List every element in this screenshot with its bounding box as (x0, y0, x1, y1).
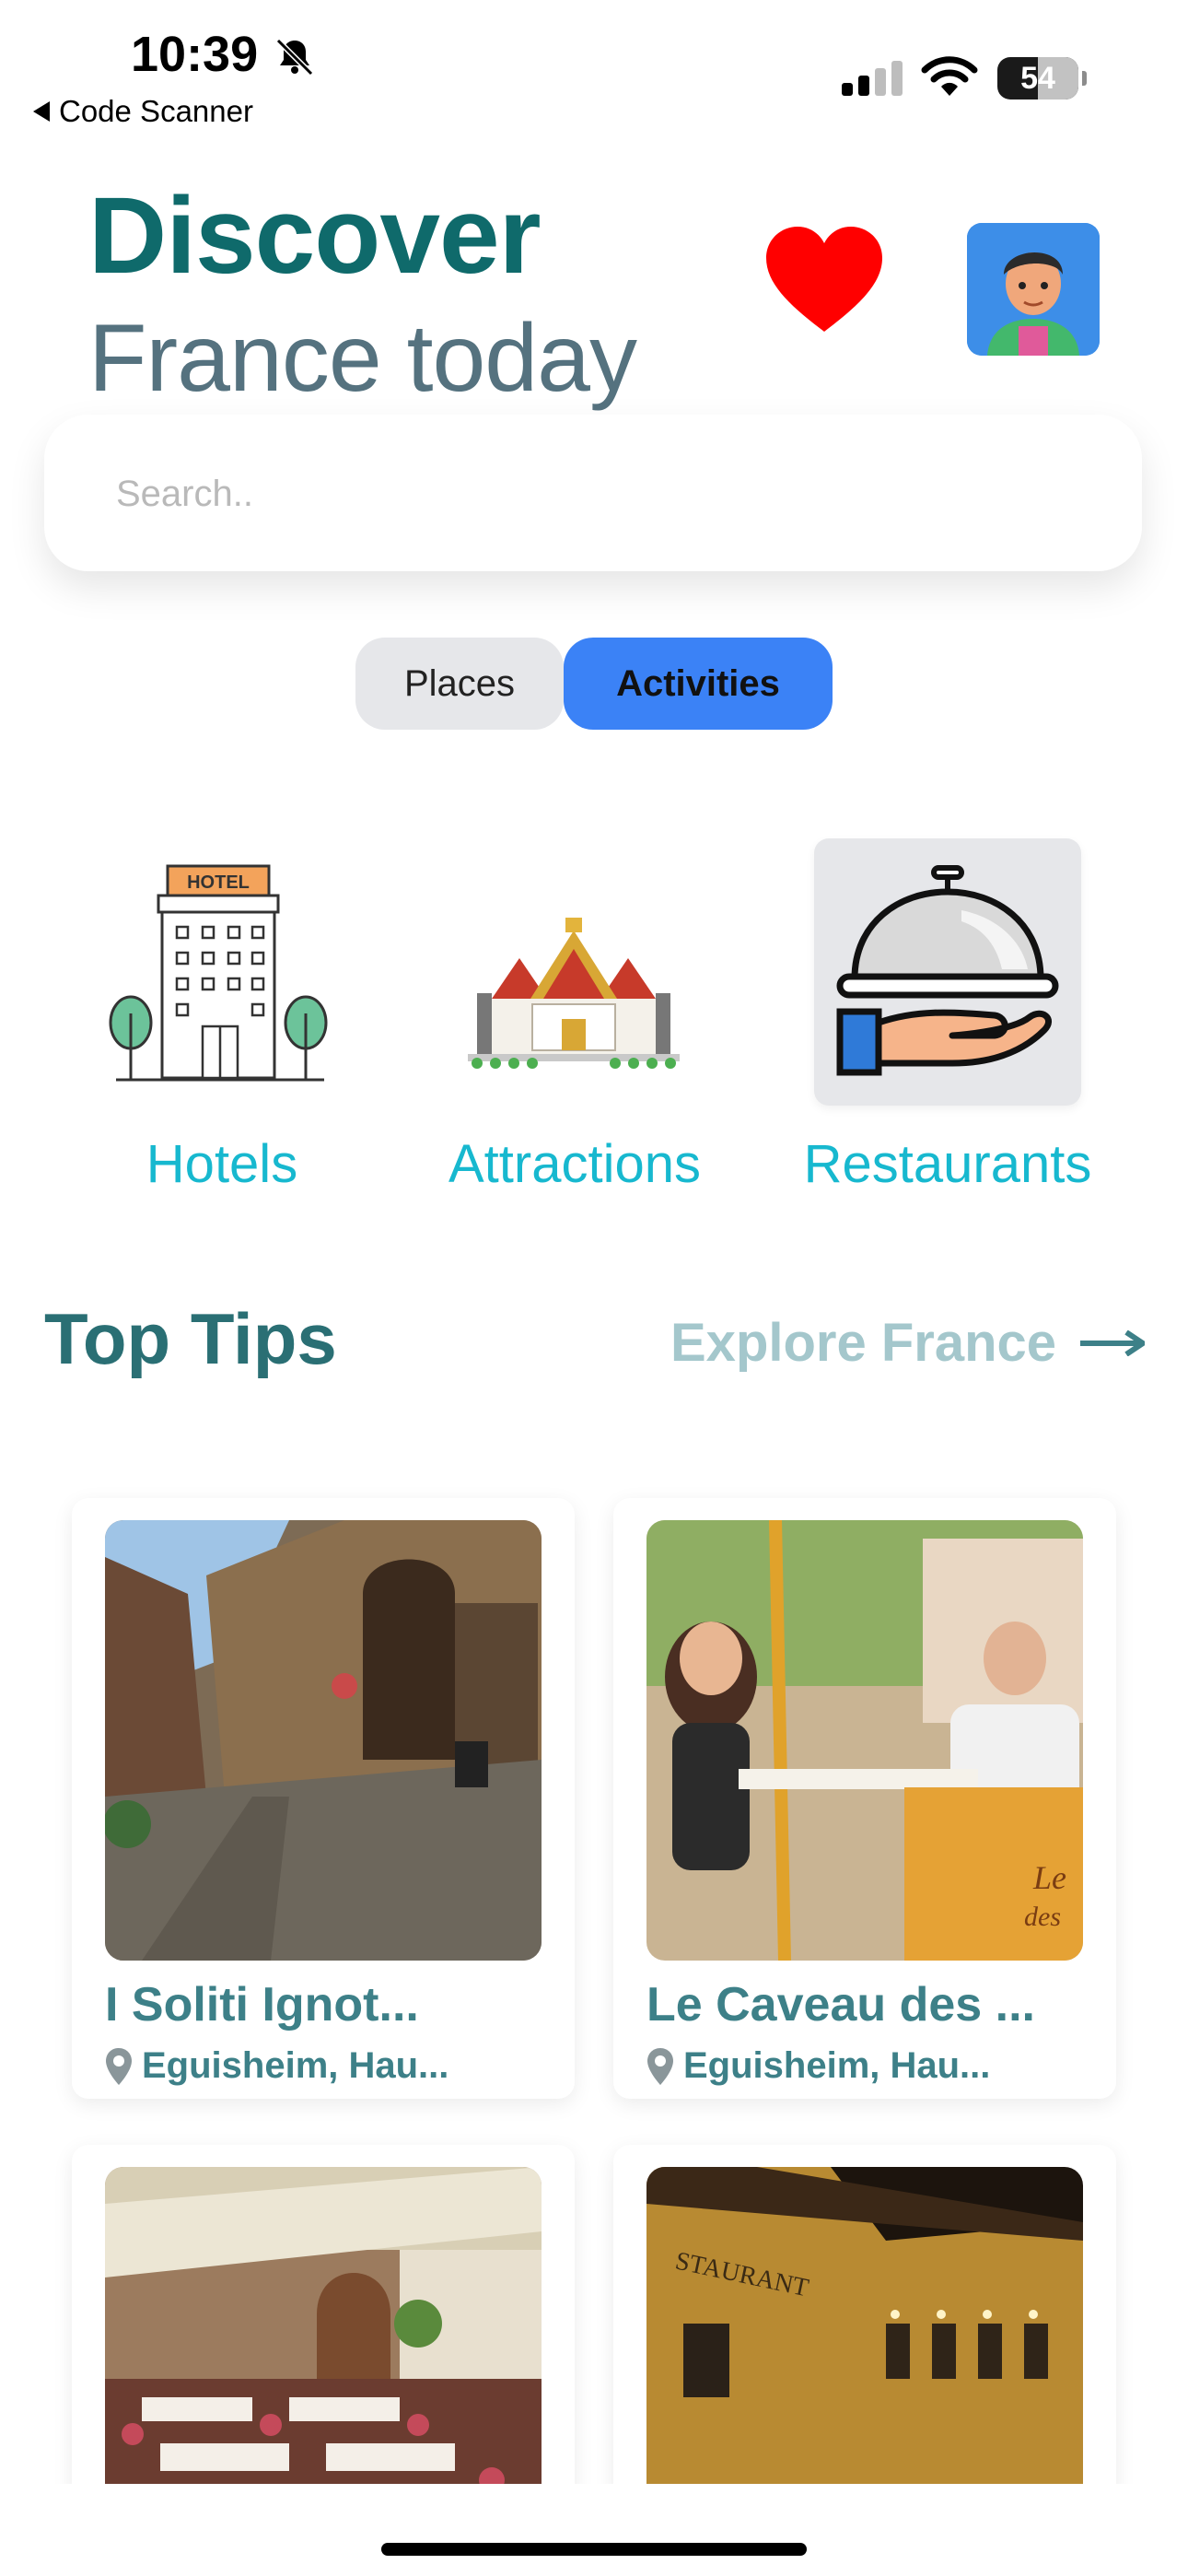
back-arrow-icon (33, 101, 50, 122)
place-location: Eguisheim, Hau... (646, 2045, 990, 2087)
search-input[interactable] (44, 415, 1039, 573)
location-pin-icon (647, 2047, 673, 2085)
svg-text:HOTEL: HOTEL (187, 872, 250, 893)
category-attractions-button[interactable] (440, 838, 707, 1106)
place-card[interactable]: I Soliti Ignot... Eguisheim, Hau... (72, 1498, 575, 2099)
place-card[interactable] (72, 2145, 575, 2513)
place-location: Eguisheim, Hau... (105, 2045, 448, 2087)
hotel-icon: HOTEL (109, 864, 328, 1082)
place-location-text: Eguisheim, Hau... (683, 2045, 991, 2086)
bottom-safe-area (0, 2484, 1188, 2576)
category-attractions-label[interactable]: Attractions (427, 1133, 722, 1195)
temple-icon (468, 918, 680, 1069)
category-restaurants-button[interactable] (814, 838, 1081, 1106)
wifi-icon (921, 56, 978, 96)
explore-france-label: Explore France (670, 1313, 1057, 1373)
svg-text:Le: Le (1032, 1859, 1066, 1896)
category-hotels-label[interactable]: Hotels (88, 1133, 355, 1195)
battery-indicator: 54 (997, 57, 1087, 100)
location-pin-icon (106, 2047, 132, 2085)
battery-level: 54 (1020, 60, 1055, 96)
explore-france-link[interactable]: Explore France (670, 1312, 1146, 1374)
category-restaurants-label[interactable]: Restaurants (786, 1133, 1109, 1195)
place-title: I Soliti Ignot... (105, 1978, 419, 2032)
place-title: Le Caveau des ... (646, 1978, 1035, 2032)
section-title-top-tips: Top Tips (44, 1298, 337, 1379)
place-photo-night-facade: STAURANT (646, 2167, 1083, 2513)
back-label: Code Scanner (59, 94, 253, 128)
arrow-right-icon (1080, 1329, 1146, 1356)
page-subtitle: France today (88, 305, 637, 412)
svg-text:des: des (1024, 1902, 1061, 1932)
favorites-heart-icon[interactable] (763, 223, 886, 339)
place-card[interactable]: Le des Le Caveau des ... Eguisheim, Hau.… (613, 1498, 1116, 2099)
place-card[interactable]: STAURANT (613, 2145, 1116, 2513)
page-title: Discover (88, 175, 542, 297)
place-photo-patio (105, 2167, 542, 2513)
cloche-icon (836, 865, 1059, 1076)
cellular-signal-icon (842, 61, 903, 96)
user-avatar[interactable] (967, 223, 1100, 356)
place-photo-terrace: Le des (646, 1520, 1083, 1961)
place-photo-street (105, 1520, 542, 1961)
avatar-person-icon (967, 223, 1100, 356)
bell-muted-icon (275, 38, 314, 76)
search-bar[interactable] (44, 415, 1142, 573)
tab-places[interactable]: Places (355, 638, 564, 730)
back-to-app-link[interactable]: Code Scanner (33, 94, 253, 129)
status-time: 10:39 (131, 27, 259, 82)
home-indicator[interactable] (381, 2543, 807, 2556)
place-location-text: Eguisheim, Hau... (142, 2045, 449, 2086)
category-hotels-button[interactable]: HOTEL (88, 838, 355, 1106)
tab-activities[interactable]: Activities (564, 638, 833, 730)
